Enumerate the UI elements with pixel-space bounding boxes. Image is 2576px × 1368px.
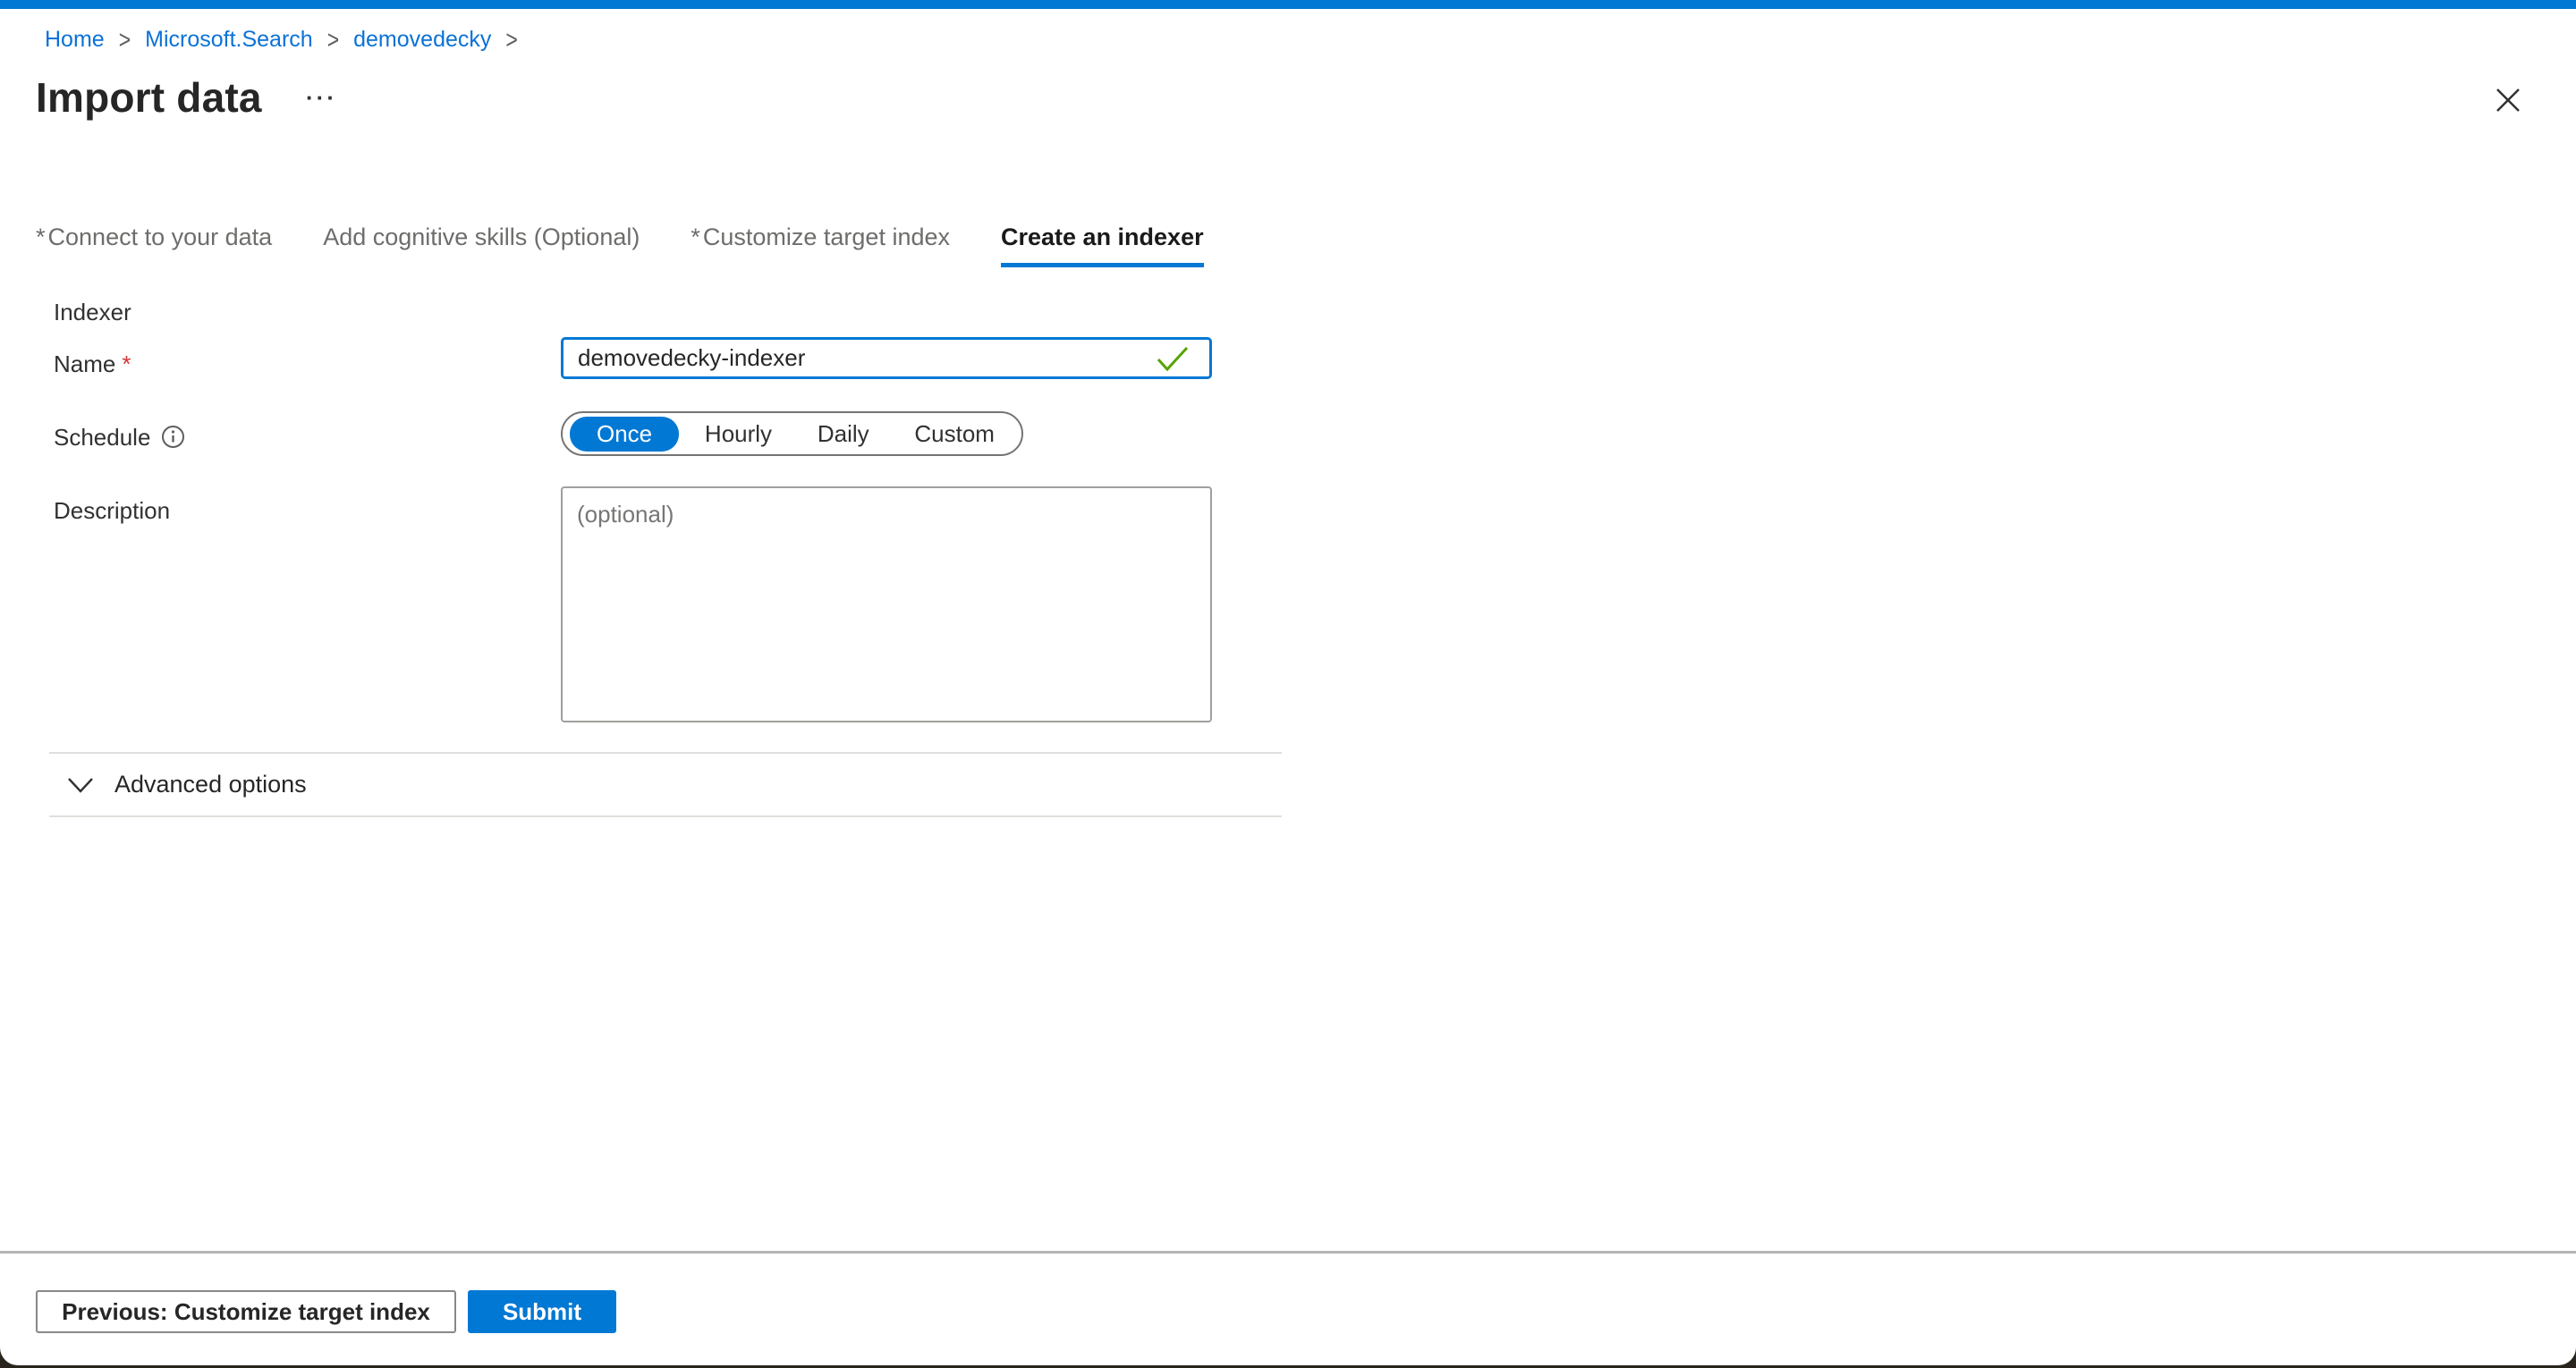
submit-button[interactable]: Submit	[468, 1290, 616, 1333]
previous-step-button[interactable]: Previous: Customize target index	[36, 1290, 456, 1333]
wizard-tabs: *Connect to your data Add cognitive skil…	[36, 224, 1204, 267]
name-label-text: Name	[54, 350, 115, 377]
breadcrumb-link-home[interactable]: Home	[45, 27, 105, 53]
validation-success-check-icon	[1156, 345, 1190, 372]
close-icon	[2493, 85, 2523, 115]
tab-create-an-indexer[interactable]: Create an indexer	[1001, 224, 1204, 267]
indexer-name-input[interactable]	[561, 337, 1212, 379]
divider	[49, 752, 1282, 754]
divider	[49, 815, 1282, 817]
tab-label: Customize target index	[703, 224, 950, 250]
schedule-label-text: Schedule	[54, 424, 150, 451]
required-asterisk: *	[691, 224, 700, 250]
advanced-options-toggle[interactable]: Advanced options	[63, 767, 310, 802]
tab-label: Add cognitive skills (Optional)	[323, 224, 640, 250]
tab-label: Connect to your data	[48, 224, 273, 250]
schedule-option-once[interactable]: Once	[570, 417, 679, 452]
breadcrumb-link-demovedecky[interactable]: demovedecky	[353, 27, 491, 53]
close-button[interactable]	[2485, 77, 2531, 123]
breadcrumb-link-microsoft-search[interactable]: Microsoft.Search	[145, 27, 313, 53]
info-icon[interactable]	[161, 425, 185, 449]
schedule-field-label: Schedule	[54, 424, 185, 452]
schedule-option-hourly[interactable]: Hourly	[685, 418, 792, 451]
breadcrumb-separator-icon: >	[119, 25, 131, 55]
required-asterisk: *	[122, 350, 131, 377]
schedule-toggle-group: Once Hourly Daily Custom	[561, 411, 1023, 456]
tab-customize-target-index[interactable]: *Customize target index	[691, 224, 950, 267]
schedule-option-custom[interactable]: Custom	[894, 418, 1014, 451]
tab-connect-to-your-data[interactable]: *Connect to your data	[36, 224, 272, 267]
description-textarea[interactable]	[561, 486, 1212, 722]
import-data-panel: Home > Microsoft.Search > demovedecky > …	[0, 0, 2576, 1365]
section-title-indexer: Indexer	[54, 299, 131, 326]
more-options-button[interactable]: ···	[301, 79, 343, 117]
schedule-option-daily[interactable]: Daily	[798, 418, 889, 451]
chevron-down-icon	[66, 775, 95, 795]
azure-top-accent-bar	[0, 0, 2576, 9]
tab-label: Create an indexer	[1001, 224, 1204, 250]
breadcrumb-separator-icon: >	[327, 25, 339, 55]
advanced-options-label: Advanced options	[114, 771, 307, 798]
name-field-label: Name *	[54, 350, 131, 378]
description-field-label: Description	[54, 497, 170, 525]
required-asterisk: *	[36, 224, 46, 250]
page-title: Import data	[36, 73, 262, 122]
footer-divider	[0, 1251, 2576, 1254]
breadcrumb: Home > Microsoft.Search > demovedecky >	[45, 27, 532, 53]
breadcrumb-separator-icon: >	[505, 25, 517, 55]
tab-add-cognitive-skills[interactable]: Add cognitive skills (Optional)	[323, 224, 640, 267]
